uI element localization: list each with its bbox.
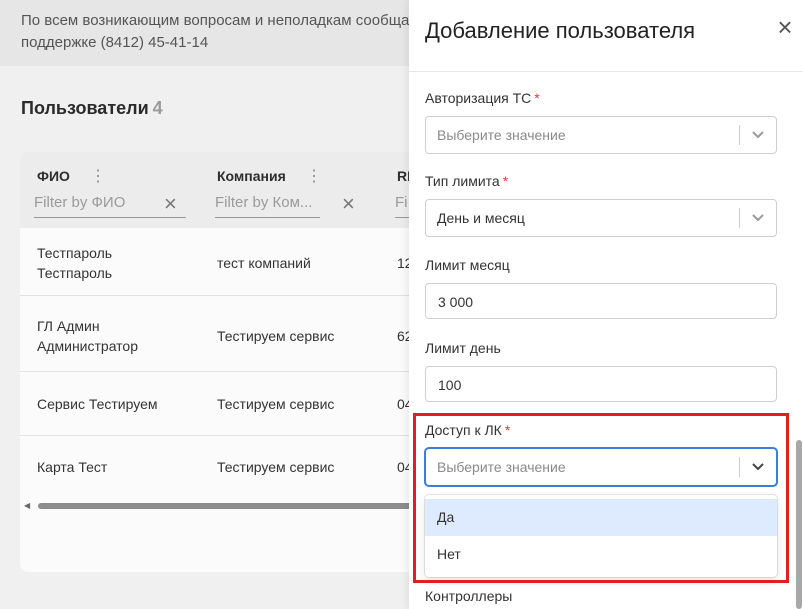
chevron-down-icon[interactable] — [750, 209, 766, 225]
label-text: Авторизация ТС — [425, 90, 532, 106]
users-table: ФИО ⋮ Filter by ФИО × Компания ⋮ Filter … — [20, 152, 440, 572]
cell-name: ГЛ Админ Администратор — [37, 318, 139, 354]
table-row[interactable]: ГЛ Админ Администратор Тестируем сервис … — [20, 296, 440, 372]
input-value: 3 000 — [438, 294, 474, 310]
clear-filter-icon[interactable]: × — [164, 192, 177, 216]
column-header-fio[interactable]: ФИО — [37, 168, 70, 184]
limit-day-input[interactable]: 100 — [425, 366, 777, 402]
table-header: ФИО ⋮ Filter by ФИО × Компания ⋮ Filter … — [20, 152, 440, 228]
select-placeholder: Выберите значение — [437, 127, 566, 143]
limit-type-select[interactable]: День и месяц — [425, 199, 777, 237]
cell-name: Сервис Тестируем — [37, 396, 158, 412]
cell-company: Тестируем сервис — [217, 459, 335, 475]
table-row[interactable]: Карта Тест Тестируем сервис 04 — [20, 436, 440, 498]
drawer-header: Добавление пользователя × — [409, 0, 803, 72]
cell-company: Тестируем сервис — [217, 396, 335, 412]
drawer-title: Добавление пользователя — [425, 18, 696, 43]
filter-input-company[interactable]: Filter by Ком... — [215, 192, 320, 218]
label-text: Тип лимита — [425, 173, 500, 189]
field-label-controllers: Контроллеры — [425, 588, 513, 604]
horizontal-scrollbar[interactable] — [38, 503, 440, 509]
scroll-left-icon[interactable]: ◀ — [24, 501, 30, 510]
select-value: День и месяц — [437, 210, 525, 226]
field-label-limit-type: Тип лимита * — [425, 173, 508, 189]
table-row[interactable]: Сервис Тестируем Тестируем сервис 04 — [20, 372, 440, 436]
required-marker: * — [502, 173, 509, 189]
select-separator — [739, 125, 740, 145]
highlight-box — [413, 413, 789, 583]
close-icon[interactable]: × — [774, 14, 796, 40]
vertical-scrollbar[interactable] — [796, 440, 802, 609]
chevron-down-icon[interactable] — [750, 126, 766, 142]
column-menu-icon[interactable]: ⋮ — [306, 166, 322, 186]
cell-company: Тестируем сервис — [217, 328, 335, 344]
required-marker: * — [534, 90, 540, 106]
auth-ts-select[interactable]: Выберите значение — [425, 116, 777, 154]
column-header-company[interactable]: Компания — [217, 168, 286, 184]
page-title: Пользователи 4 — [21, 98, 163, 119]
cell-name: Карта Тест — [37, 459, 108, 475]
field-label-limit-day: Лимит день — [425, 340, 501, 356]
field-label-limit-month: Лимит месяц — [425, 257, 510, 273]
select-separator — [739, 208, 740, 228]
limit-month-input[interactable]: 3 000 — [425, 283, 777, 319]
cell-company: тест компаний — [217, 255, 311, 271]
field-label-auth-ts: Авторизация ТС * — [425, 90, 540, 106]
table-row[interactable]: Тестпароль Тестпароль тест компаний 12 — [20, 228, 440, 296]
column-menu-icon[interactable]: ⋮ — [90, 166, 106, 186]
cell-name: Тестпароль Тестпароль — [37, 245, 113, 281]
clear-filter-icon[interactable]: × — [342, 192, 355, 216]
input-value: 100 — [438, 377, 462, 393]
users-title-label: Пользователи — [21, 98, 149, 118]
users-count: 4 — [152, 98, 163, 118]
